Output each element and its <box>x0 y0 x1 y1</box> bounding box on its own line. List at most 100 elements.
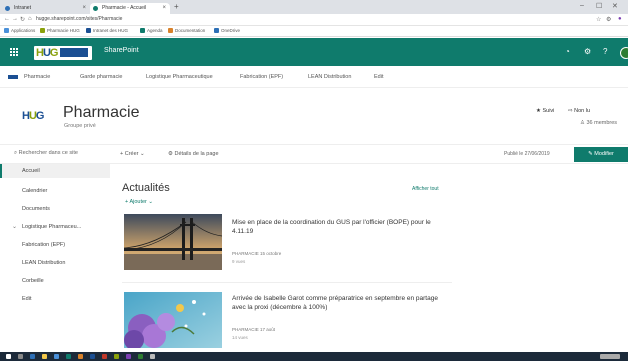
close-window-button[interactable]: ✕ <box>612 2 618 10</box>
bookmarks-bar: Applications Pharmacie HUG Intranet des … <box>0 26 628 37</box>
app-name[interactable]: SharePoint <box>104 47 139 54</box>
nav-item-calendar[interactable]: Calendrier <box>0 184 110 198</box>
profile-icon[interactable]: ● <box>618 16 622 22</box>
close-tab-icon[interactable]: × <box>82 3 86 14</box>
hub-nav-item[interactable]: Garde pharmacie <box>80 74 123 80</box>
bookmark-item[interactable]: Intranet des HUG <box>86 28 128 33</box>
app-launcher-icon[interactable] <box>10 48 18 56</box>
page: Intranet × Pharmacie - Accueil × + – ☐ ✕… <box>0 0 628 361</box>
app-icon[interactable] <box>150 354 155 359</box>
edit-button[interactable]: ✎ Modifier <box>574 147 628 162</box>
app-icon[interactable] <box>114 354 119 359</box>
nav-item-edit[interactable]: Edit <box>0 292 110 306</box>
nav-item-recycle-bin[interactable]: Corbeille <box>0 274 110 288</box>
forward-icon[interactable]: → <box>12 16 18 22</box>
avatar[interactable] <box>620 47 628 59</box>
app-icon[interactable] <box>138 354 143 359</box>
edit-label: Modifier <box>594 151 614 157</box>
mail-icon[interactable] <box>54 354 59 359</box>
nav-item-logistics[interactable]: ⌄ Logistique Pharmaceu... <box>0 220 110 234</box>
home-icon[interactable]: ⌂ <box>28 16 32 22</box>
bookmark-label: Agenda <box>147 28 163 33</box>
search-input[interactable]: ⌕ Rechercher dans ce site <box>14 150 78 157</box>
browser-tab-bar: Intranet × Pharmacie - Accueil × + – ☐ ✕ <box>0 0 628 14</box>
star-icon[interactable]: ☆ <box>596 16 601 23</box>
app-icon[interactable] <box>66 354 71 359</box>
news-date: 17 août <box>260 327 276 332</box>
members-label: 36 membres <box>586 120 618 126</box>
start-icon[interactable] <box>6 354 11 359</box>
page-details-label: Détails de la page <box>174 151 219 157</box>
bookmark-item[interactable]: Agenda <box>140 28 163 33</box>
back-icon[interactable]: ← <box>4 16 10 22</box>
gear-icon[interactable]: ⚙ <box>584 48 591 56</box>
app-icon[interactable] <box>102 354 107 359</box>
new-button[interactable]: + Créer ⌄ <box>120 151 145 157</box>
bookmark-label: Pharmacie HUG <box>47 28 80 33</box>
bookmark-item[interactable]: Pharmacie HUG <box>40 28 80 33</box>
url-field[interactable]: hugge.sharepoint.com/sites/Pharmacie <box>36 16 122 22</box>
nav-item-documents[interactable]: Documents <box>0 202 110 216</box>
news-meta: PHARMACIE 17 août <box>232 327 275 332</box>
bookmark-icon <box>140 28 145 33</box>
clock-icon[interactable] <box>600 354 620 359</box>
site-title[interactable]: Pharmacie <box>63 104 139 122</box>
site-logo[interactable]: HUG <box>22 110 44 122</box>
news-thumbnail-flowers[interactable] <box>124 292 222 348</box>
news-author[interactable]: PHARMACIE <box>232 327 259 332</box>
extensions-icon[interactable]: ⚙ <box>606 16 611 23</box>
search-icon[interactable] <box>18 354 23 359</box>
bookmark-icon <box>168 28 173 33</box>
site-header: HUG Pharmacie Groupe privé ★ Suivi ⇨ Non… <box>0 90 628 140</box>
news-headline[interactable]: Mise en place de la coordination du GUS … <box>232 218 452 236</box>
nav-item-fabrication[interactable]: Fabrication (EPF) <box>0 238 110 252</box>
hub-nav-item[interactable]: Pharmacie <box>24 74 50 80</box>
browser-icon[interactable] <box>30 354 35 359</box>
app-icon[interactable] <box>90 354 95 359</box>
reload-icon[interactable]: ↻ <box>20 16 25 23</box>
news-date: 15 octobre <box>260 251 282 256</box>
follow-button[interactable]: ★ Suivi <box>536 108 554 114</box>
share-label: Non lu <box>574 108 591 114</box>
bookmark-item[interactable]: Documentation <box>168 28 205 33</box>
browser-tab-2[interactable]: Pharmacie - Accueil × <box>90 3 170 14</box>
close-tab-icon[interactable]: × <box>162 3 166 14</box>
help-icon[interactable]: ? <box>603 48 607 56</box>
chevron-down-icon[interactable]: ⌄ <box>12 220 17 234</box>
members-button[interactable]: ♙ 36 membres <box>580 120 617 126</box>
bookmark-label: Documentation <box>175 28 206 33</box>
app-icon[interactable] <box>126 354 131 359</box>
nav-item-label: Logistique Pharmaceu... <box>22 224 82 230</box>
hub-nav-item[interactable]: Logistique Pharmaceutique <box>146 74 213 80</box>
bookmark-label: OneDrive <box>221 28 241 33</box>
tab-favicon-icon <box>93 6 98 11</box>
nav-item-home[interactable]: Accueil <box>0 164 110 178</box>
suite-bar: HUG SharePoint ◔ ⚙ ? <box>0 38 628 66</box>
hub-nav-item[interactable]: LEAN Distribution <box>308 74 351 80</box>
minimize-button[interactable]: – <box>580 2 584 9</box>
view-all-link[interactable]: Afficher tout <box>412 186 439 192</box>
add-news-button[interactable]: + Ajouter ⌄ <box>125 199 153 205</box>
hub-nav-item[interactable]: Edit <box>374 74 383 80</box>
hug-logo[interactable]: HUG <box>34 46 92 60</box>
bell-icon[interactable]: ◔ <box>565 48 570 56</box>
hub-nav-item[interactable]: Fabrication (EPF) <box>240 74 283 80</box>
nav-item-lean[interactable]: LEAN Distribution <box>0 256 110 270</box>
news-author[interactable]: PHARMACIE <box>232 251 259 256</box>
folder-icon[interactable] <box>42 354 47 359</box>
app-icon[interactable] <box>78 354 83 359</box>
published-status: Publié le 27/06/2019 <box>504 151 550 157</box>
os-taskbar <box>0 352 628 361</box>
news-thumbnail-bridge[interactable] <box>124 214 222 270</box>
share-button[interactable]: ⇨ Non lu <box>568 108 590 114</box>
bookmark-item[interactable]: Applications <box>4 28 35 33</box>
bookmark-label: Applications <box>11 28 36 33</box>
page-details-button[interactable]: ⚙ Détails de la page <box>168 151 219 157</box>
maximize-button[interactable]: ☐ <box>596 2 602 10</box>
new-label: Créer <box>124 151 139 157</box>
bookmark-item[interactable]: OneDrive <box>214 28 240 33</box>
news-headline[interactable]: Arrivée de Isabelle Garot comme préparat… <box>232 294 452 312</box>
new-tab-button[interactable]: + <box>174 2 179 11</box>
news-views: 9 vues <box>232 259 246 264</box>
browser-tab-1[interactable]: Intranet × <box>2 3 90 14</box>
